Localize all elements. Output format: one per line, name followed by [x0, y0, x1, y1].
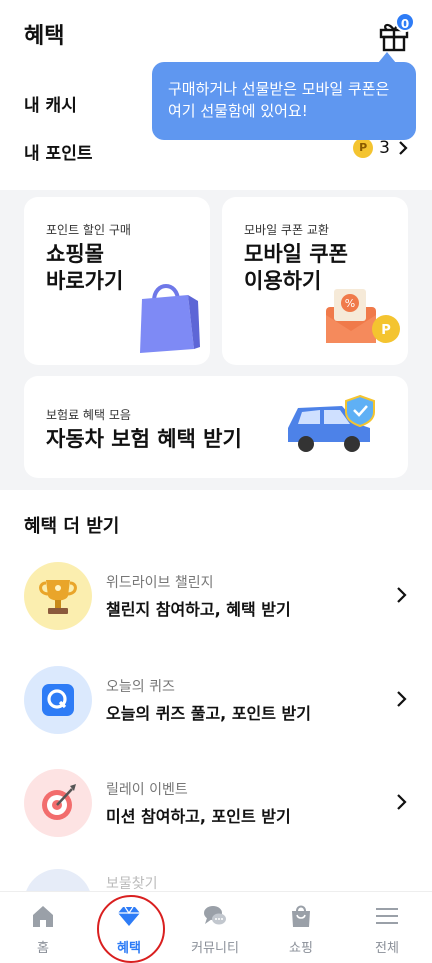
- coupon-card[interactable]: 모바일 쿠폰 교환 모바일 쿠폰 이용하기 % P: [222, 197, 408, 365]
- tab-shopping[interactable]: 쇼핑: [258, 892, 344, 963]
- tab-all[interactable]: 전체: [344, 892, 430, 963]
- benefit-item-quiz[interactable]: 오늘의 퀴즈 오늘의 퀴즈 풀고, 포인트 받기: [0, 660, 432, 750]
- highlight-circle-annotation: [97, 895, 165, 963]
- car-card-title: 자동차 보험 혜택 받기: [46, 427, 242, 451]
- svg-text:%: %: [345, 297, 355, 310]
- shop-card-title: 쇼핑몰 바로가기: [46, 242, 124, 293]
- tab-community[interactable]: 커뮤니티: [172, 892, 258, 963]
- chevron-right-icon: [397, 691, 407, 707]
- chevron-right-icon: [397, 587, 407, 603]
- car-insurance-card[interactable]: 보험료 혜택 모음 자동차 보험 혜택 받기: [24, 376, 408, 478]
- benefit-item-challenge[interactable]: 위드라이브 챌린지 챌린지 참여하고, 혜택 받기: [0, 556, 432, 646]
- car-shield-illustration-icon: [288, 394, 375, 452]
- gift-count-badge: 0: [395, 12, 415, 32]
- coupon-card-caption: 모바일 쿠폰 교환: [244, 223, 329, 237]
- trophy-icon: [24, 562, 92, 630]
- page-title: 혜택: [24, 24, 65, 49]
- quiz-icon: [24, 666, 92, 734]
- bottom-tab-bar: 홈 혜택 커뮤니티 쇼핑 전체: [0, 891, 432, 963]
- home-icon: [33, 906, 53, 927]
- shopping-bag-illustration-icon: [140, 284, 200, 353]
- shop-card-caption: 포인트 할인 구매: [46, 223, 131, 237]
- tab-label: 전체: [375, 941, 399, 956]
- point-value: 3: [379, 138, 390, 158]
- tab-home[interactable]: 홈: [0, 892, 86, 963]
- community-chat-icon: [204, 906, 226, 925]
- benefit-main-label: 미션 참여하고, 포인트 받기: [106, 807, 291, 826]
- benefit-sub-label: 보물찾기: [106, 876, 158, 892]
- point-label[interactable]: 내 포인트: [24, 139, 92, 164]
- benefit-sub-label: 오늘의 퀴즈: [106, 679, 175, 695]
- benefit-sub-label: 위드라이브 챌린지: [106, 575, 214, 591]
- more-benefits-section: 혜택 더 받기 위드라이브 챌린지 챌린지 참여하고, 혜택 받기 오늘의 퀴즈: [0, 490, 432, 903]
- shop-card[interactable]: 포인트 할인 구매 쇼핑몰 바로가기: [24, 197, 210, 365]
- svg-text:P: P: [381, 323, 391, 338]
- chevron-right-icon: [397, 794, 407, 810]
- benefit-sub-label: 릴레이 이벤트: [106, 782, 188, 798]
- tab-label: 홈: [37, 941, 49, 956]
- benefit-main-label: 챌린지 참여하고, 혜택 받기: [106, 600, 291, 619]
- target-icon: [24, 769, 92, 837]
- benefit-main-label: 오늘의 퀴즈 풀고, 포인트 받기: [106, 704, 311, 723]
- point-value-row[interactable]: P 3: [353, 138, 410, 158]
- car-card-caption: 보험료 혜택 모음: [46, 408, 131, 422]
- coupon-envelope-illustration-icon: % P: [326, 289, 400, 343]
- header: 혜택 0 내 캐시 내 포인트 P 3 구매하거나 선물받은 모바일 쿠폰은 여…: [0, 0, 432, 190]
- tab-label: 쇼핑: [289, 941, 313, 956]
- more-benefits-title: 혜택 더 받기: [24, 516, 120, 537]
- menu-icon: [376, 908, 398, 924]
- chevron-right-icon: [399, 141, 408, 155]
- point-coin-icon: P: [353, 138, 374, 158]
- shopping-bag-icon: [292, 905, 310, 927]
- tab-label: 커뮤니티: [191, 941, 239, 956]
- gift-tooltip: 구매하거나 선물받은 모바일 쿠폰은 여기 선물함에 있어요!: [152, 52, 416, 140]
- benefit-item-relay[interactable]: 릴레이 이벤트 미션 참여하고, 포인트 받기: [0, 763, 432, 853]
- cash-label[interactable]: 내 캐시: [24, 91, 77, 116]
